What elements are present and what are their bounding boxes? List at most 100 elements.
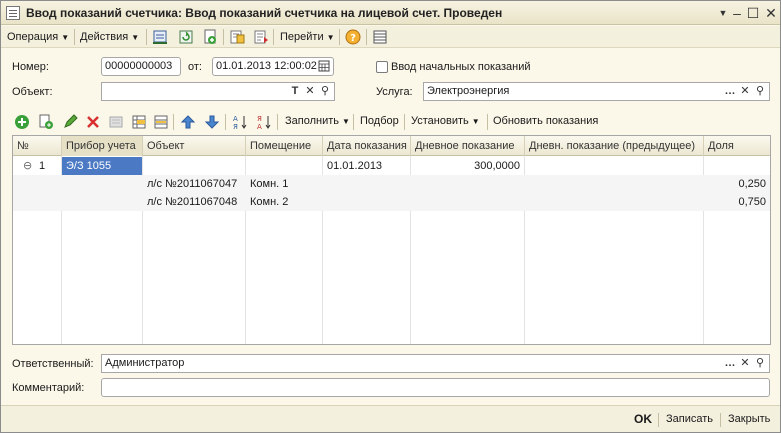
comment-label: Комментарий:	[12, 382, 85, 394]
service-field[interactable]: Электроэнергия … ✕ ⚲	[423, 82, 770, 101]
device-cell[interactable]	[62, 193, 142, 211]
edit-icon[interactable]	[62, 114, 78, 130]
date-field[interactable]: 01.01.2013 12:00:02	[212, 57, 334, 76]
share-cell[interactable]: 0,750	[704, 193, 770, 211]
col-header-share[interactable]: Доля	[704, 136, 770, 156]
minimize-icon[interactable]: –	[729, 5, 745, 21]
responsible-field[interactable]: Администратор … ✕ ⚲	[101, 354, 770, 373]
col-header-room[interactable]: Помещение	[246, 136, 323, 156]
title-bar: Ввод показаний счетчика: Ввод показаний …	[1, 1, 780, 25]
col-header-object[interactable]: Объект	[143, 136, 246, 156]
room-cell[interactable]: Комн. 2	[246, 193, 322, 211]
documents-icon[interactable]	[229, 29, 245, 45]
fill-menu-label: Заполнить	[285, 115, 340, 127]
room-cell[interactable]: Комн. 1	[246, 175, 322, 193]
calendar-icon[interactable]	[318, 59, 330, 73]
comment-field[interactable]	[101, 378, 770, 397]
update-readings-button[interactable]: Обновить показания	[493, 115, 598, 127]
maximize-icon[interactable]: ☐	[745, 5, 761, 21]
toolbar-divider	[353, 114, 354, 130]
col-header-device[interactable]: Прибор учета	[62, 136, 143, 156]
object-cell[interactable]	[143, 157, 245, 175]
type-select-icon[interactable]: T	[288, 83, 302, 100]
svg-text:A: A	[233, 115, 238, 123]
date-cell[interactable]: 01.01.2013	[323, 157, 410, 175]
readings-table[interactable]: № Прибор учета Объект Помещение Дата пок…	[12, 135, 771, 345]
goto-menu[interactable]: Перейти ▼	[280, 29, 335, 45]
object-cell[interactable]: л/с №2011067047	[143, 175, 245, 193]
add-row-icon[interactable]	[14, 114, 30, 130]
day-reading-cell[interactable]: 300,0000	[411, 157, 524, 175]
device-cell[interactable]: Э/З 1055	[62, 157, 142, 175]
close-button[interactable]: Закрыть	[728, 413, 770, 425]
col-header-number[interactable]: №	[13, 136, 62, 156]
copy-document-icon[interactable]	[202, 29, 218, 45]
day-reading-cell[interactable]	[411, 193, 524, 211]
table-settings-icon[interactable]	[153, 114, 169, 130]
report-icon[interactable]	[253, 29, 269, 45]
col-header-day-reading[interactable]: Дневное показание	[411, 136, 525, 156]
fill-menu[interactable]: Заполнить ▼	[285, 115, 350, 127]
room-cell[interactable]	[246, 157, 322, 175]
object-field[interactable]: T ✕ ⚲	[101, 82, 335, 101]
chevron-down-icon: ▼	[131, 33, 140, 42]
day-reading-cell[interactable]	[411, 175, 524, 193]
sort-descending-icon[interactable]: ЯA	[256, 114, 272, 130]
operation-menu[interactable]: Операция ▼	[7, 29, 69, 45]
help-icon[interactable]: ?	[345, 29, 361, 45]
object-cell[interactable]: л/с №2011067048	[143, 193, 245, 211]
move-down-icon[interactable]	[204, 114, 220, 130]
select-icon[interactable]: …	[723, 83, 737, 100]
selection-button[interactable]: Подбор	[360, 115, 399, 127]
collapse-icon[interactable]: ⊖	[19, 157, 33, 175]
svg-text:?: ?	[350, 33, 356, 44]
search-icon[interactable]: ⚲	[753, 355, 767, 372]
save-button[interactable]: Записать	[666, 413, 713, 425]
search-icon[interactable]: ⚲	[753, 83, 767, 100]
refresh-icon[interactable]	[178, 29, 194, 45]
structure-icon[interactable]	[372, 29, 388, 45]
toolbar-divider	[74, 29, 75, 45]
search-icon[interactable]: ⚲	[318, 83, 332, 100]
date-cell[interactable]	[323, 193, 410, 211]
close-icon[interactable]: ✕	[763, 5, 779, 21]
select-icon[interactable]: …	[723, 355, 737, 372]
move-up-icon[interactable]	[180, 114, 196, 130]
chevron-down-icon: ▼	[326, 33, 335, 42]
date-cell[interactable]	[323, 175, 410, 193]
table-row[interactable]: л/с №2011067048 Комн. 2 0,750	[13, 193, 770, 211]
prev-reading-cell[interactable]	[525, 157, 703, 175]
delete-icon[interactable]	[85, 114, 101, 130]
service-value: Электроэнергия	[427, 85, 510, 97]
initial-readings-label: Ввод начальных показаний	[391, 61, 531, 73]
main-toolbar: Операция ▼ Действия ▼ Перейти ▼ ?	[1, 26, 780, 48]
set-menu[interactable]: Установить ▼	[411, 115, 480, 127]
insert-row-icon[interactable]	[131, 114, 147, 130]
toolbar-divider	[487, 114, 488, 130]
col-header-prev-reading[interactable]: Дневн. показание (предыдущее)	[525, 136, 704, 156]
share-cell[interactable]	[704, 157, 770, 175]
ok-button[interactable]: OK	[634, 412, 652, 426]
col-header-date[interactable]: Дата показания	[323, 136, 411, 156]
device-cell[interactable]	[62, 175, 142, 193]
prev-reading-cell[interactable]	[525, 175, 703, 193]
sort-ascending-icon[interactable]: AЯ	[232, 114, 248, 130]
prev-reading-cell[interactable]	[525, 193, 703, 211]
table-row[interactable]: ⊖ 1 Э/З 1055 01.01.2013 300,0000	[13, 157, 770, 175]
footer-bar: OK Записать Закрыть	[1, 405, 780, 432]
table-row[interactable]: л/с №2011067047 Комн. 1 0,250	[13, 175, 770, 193]
actions-menu[interactable]: Действия ▼	[80, 29, 139, 45]
clear-icon[interactable]: ✕	[303, 83, 317, 100]
share-cell[interactable]: 0,250	[704, 175, 770, 193]
clear-icon[interactable]: ✕	[738, 355, 752, 372]
copy-row-icon[interactable]	[38, 114, 54, 130]
set-menu-label: Установить	[411, 115, 469, 127]
clear-icon[interactable]: ✕	[738, 83, 752, 100]
initial-readings-checkbox[interactable]	[376, 61, 388, 73]
post-document-icon[interactable]	[152, 29, 168, 45]
number-field[interactable]: 00000000003	[101, 57, 181, 76]
toolbar-divider	[223, 29, 224, 45]
toolbar-divider	[339, 29, 340, 45]
document-icon	[6, 6, 20, 20]
footer-divider	[720, 413, 721, 427]
